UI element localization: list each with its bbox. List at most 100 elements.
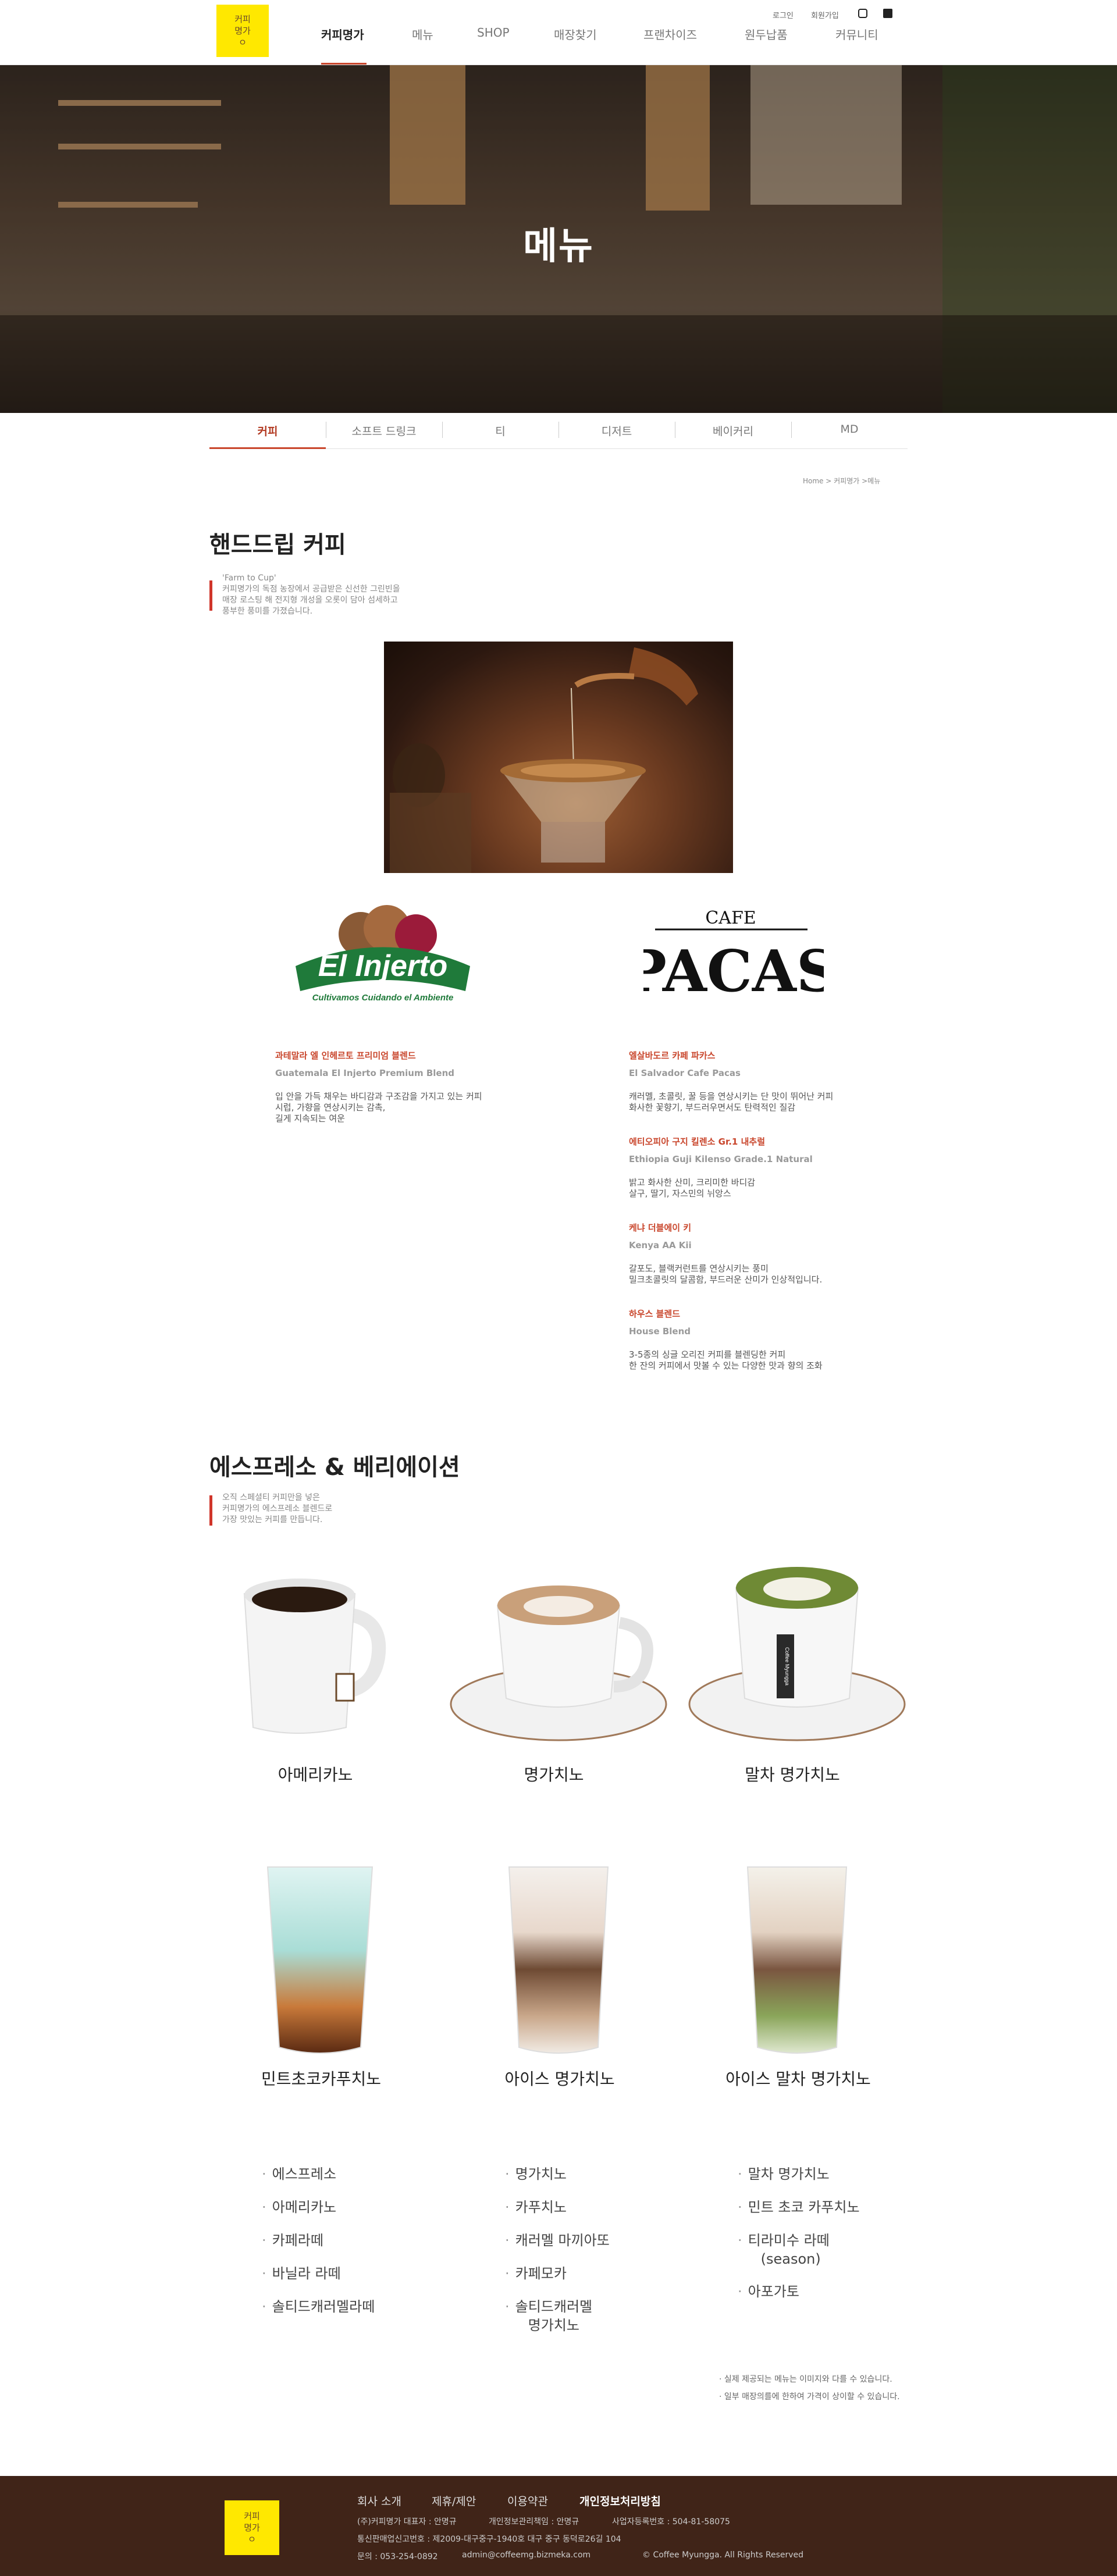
desc-line: 'Farm to Cup' — [222, 573, 276, 583]
menu-item-label-line: 명가치노 — [528, 2317, 579, 2333]
footer-logo[interactable]: 커피 명가 ㅇ — [225, 2500, 279, 2555]
menu-name-myunggacchino: 명가치노 — [524, 1765, 584, 1784]
blog-icon[interactable] — [883, 9, 892, 18]
brand-name-en: House Blend — [629, 1326, 691, 1337]
instagram-icon[interactable] — [858, 9, 867, 18]
el-injerto-wordmark: El Injerto — [318, 949, 447, 983]
brand-name-en: El Salvador Cafe Pacas — [629, 1068, 741, 1078]
desc-line: 살구, 딸기, 자스민의 뉘앙스 — [629, 1188, 731, 1199]
cup-badge-text: Coffee Myungga — [784, 1647, 790, 1686]
brand-name-en: Kenya AA Kii — [629, 1240, 692, 1250]
menu-item-label: 카페라떼 — [272, 2232, 323, 2249]
logo-line-3: ㅇ — [239, 37, 247, 48]
counter-decor — [0, 315, 1117, 413]
americano-image — [243, 1579, 386, 1734]
nav-coffeemyungga[interactable]: 커피명가 — [321, 26, 364, 42]
menu-item-label: 명가치노 — [515, 2166, 567, 2182]
brand-description: 3-5종의 싱글 오리진 커피를 블렌딩한 커피 한 잔의 커피에서 맛볼 수 … — [629, 1349, 873, 1371]
logo-line-3: ㅇ — [248, 2534, 256, 2545]
join-link[interactable]: 회원가입 — [811, 9, 839, 20]
footer-link-terms[interactable]: 이용약관 — [507, 2493, 548, 2509]
section-accent-bar — [209, 1495, 212, 1526]
brand-logo[interactable]: 커피 명가 ㅇ — [216, 5, 269, 57]
brand-name-ko: 과테말라 엘 인헤르토 프리미엄 블렌드 — [275, 1050, 416, 1061]
menu-item-label: 캐러멜 마끼아또 — [515, 2232, 610, 2249]
nav-community[interactable]: 커뮤니티 — [835, 26, 878, 42]
desc-line: 가장 맛있는 커피를 만듭니다. — [222, 1515, 323, 1524]
menu-list-item: · 티라미수 라떼 (season) — [738, 2232, 830, 2267]
nav-store-locator[interactable]: 매장찾기 — [554, 26, 597, 42]
menu-list-item: · 에스프레소 — [262, 2166, 337, 2182]
site-header: 커피 명가 ㅇ 커피명가 메뉴 SHOP 매장찾기 프랜차이즈 원두납품 커뮤니… — [0, 0, 1117, 65]
desc-line: 커피명가의 에스프레소 블렌드로 — [222, 1504, 333, 1513]
myunggacchino-image — [450, 1585, 667, 1741]
tab-tea[interactable]: 티 — [442, 423, 558, 439]
desc-line: 갈포도, 블랙커런트를 연상시키는 풍미 — [629, 1263, 769, 1274]
menu-name-americano: 아메리카노 — [278, 1765, 353, 1784]
footer-company-info: (주)커피명가 대표자 : 안명규 — [357, 2517, 457, 2527]
footer-link-privacy[interactable]: 개인정보처리방침 — [579, 2493, 661, 2509]
menu-item-label-line: (season) — [760, 2251, 821, 2267]
matcha-myunggacchino-image: Coffee Myungga — [688, 1567, 906, 1741]
iced-matcha-myunggacchino-image — [746, 1866, 848, 2054]
logo-line-2: 명가 — [234, 25, 251, 36]
tab-md[interactable]: MD — [791, 423, 908, 436]
nav-menu[interactable]: 메뉴 — [412, 26, 433, 42]
menu-list-item: · 카페라떼 — [262, 2232, 323, 2249]
menu-item-label: 말차 명가치노 — [748, 2166, 830, 2182]
shelf-decor — [58, 100, 221, 106]
menu-name-iced-myunggacchino: 아이스 명가치노 — [504, 2069, 615, 2089]
menu-list-item: · 아메리카노 — [262, 2199, 337, 2215]
nav-franchise[interactable]: 프랜차이즈 — [643, 26, 697, 42]
handdrip-photo — [384, 642, 733, 873]
login-link[interactable]: 로그인 — [773, 9, 794, 20]
desc-line: 밀크초콜릿의 달콤함, 부드러운 산미가 인상적입니다. — [629, 1274, 823, 1285]
section-description: 오직 스페셜티 커피만을 넣은 커피명가의 에스프레소 블렌드로 가장 맛있는 … — [222, 1492, 455, 1526]
logo-line-1: 커피 — [234, 13, 251, 24]
menu-note: · 일부 매장의를에 한하여 가격이 상이할 수 있습니다. — [719, 2392, 900, 2402]
menu-item-label: 카푸치노 — [515, 2199, 567, 2215]
menu-item-label: 솔티드캐러멜 명가치노 — [515, 2297, 592, 2335]
menu-list-item: · 명가치노 — [505, 2166, 567, 2182]
logo-line-1: 커피 — [244, 2510, 260, 2521]
hero-banner: 메뉴 — [0, 65, 1117, 413]
tab-coffee[interactable]: 커피 — [209, 423, 326, 439]
nav-shop[interactable]: SHOP — [477, 26, 510, 40]
brand-description: 밝고 화사한 산미, 크리미한 바디감 살구, 딸기, 자스민의 뉘앙스 — [629, 1177, 873, 1199]
menu-list-item: · 카페모카 — [505, 2265, 567, 2282]
shelf-decor — [58, 144, 221, 149]
menu-list-item: · 캐러멜 마끼아또 — [505, 2232, 610, 2249]
tab-soft-drink[interactable]: 소프트 드링크 — [326, 423, 442, 439]
footer-link-partnership[interactable]: 제휴/제안 — [432, 2493, 476, 2509]
desc-line: 입 안을 가득 채우는 바디감과 구조감을 가지고 있는 커피 — [275, 1091, 482, 1102]
menu-item-label: 바닐라 라떼 — [272, 2265, 341, 2282]
nav-bean-supply[interactable]: 원두납품 — [745, 26, 788, 42]
footer-link-company[interactable]: 회사 소개 — [357, 2493, 401, 2509]
cafe-pacas-logo: CAFE PACAS — [643, 908, 824, 1005]
menu-list-item: · 아포가토 — [738, 2283, 799, 2300]
brand-name-ko: 엘살바도르 카페 파카스 — [629, 1050, 716, 1061]
desc-line: 밝고 화사한 산미, 크리미한 바디감 — [629, 1177, 756, 1188]
brand-name-en: Ethiopia Guji Kilenso Grade.1 Natural — [629, 1154, 813, 1164]
desc-line: 3-5종의 싱글 오리진 커피를 블렌딩한 커피 — [629, 1349, 786, 1360]
submenu-active-indicator — [209, 447, 326, 449]
menu-item-label-line: 티라미수 라떼 — [748, 2232, 830, 2249]
menu-item-label: 아메리카노 — [272, 2199, 337, 2215]
menu-list-item: · 솔티드캐러멜 명가치노 — [505, 2297, 593, 2335]
menu-item-label: 솔티드캐러멜라떼 — [272, 2299, 375, 2315]
menu-name-matcha-myunggacchino: 말차 명가치노 — [745, 1765, 840, 1784]
footer-email[interactable]: admin@coffeemg.bizmeka.com — [462, 2550, 590, 2560]
pacas-cafe-word: CAFE — [705, 908, 756, 928]
brand-description: 입 안을 가득 채우는 바디감과 구조감을 가지고 있는 커피 시럽, 가향을 … — [275, 1091, 525, 1124]
tab-bakery[interactable]: 베이커리 — [675, 423, 791, 439]
brand-description: 캐러멜, 초콜릿, 꿀 등을 연상시키는 단 맛이 뛰어난 커피 화사한 꽃향기… — [629, 1091, 873, 1113]
nav-active-indicator — [321, 63, 367, 65]
desc-line: 풍부한 풍미를 가졌습니다. — [222, 607, 313, 616]
section-title-espresso: 에스프레소 & 베리에이션 — [209, 1454, 460, 1481]
tab-dessert[interactable]: 디저트 — [558, 423, 675, 439]
window-decor — [750, 65, 902, 205]
menu-note: · 실제 제공되는 메뉴는 이미지와 다를 수 있습니다. — [719, 2375, 892, 2384]
iced-myunggacchino-image — [508, 1866, 609, 2054]
desc-line: 오직 스페셜티 커피만을 넣은 — [222, 1493, 320, 1502]
section-accent-bar — [209, 580, 212, 611]
